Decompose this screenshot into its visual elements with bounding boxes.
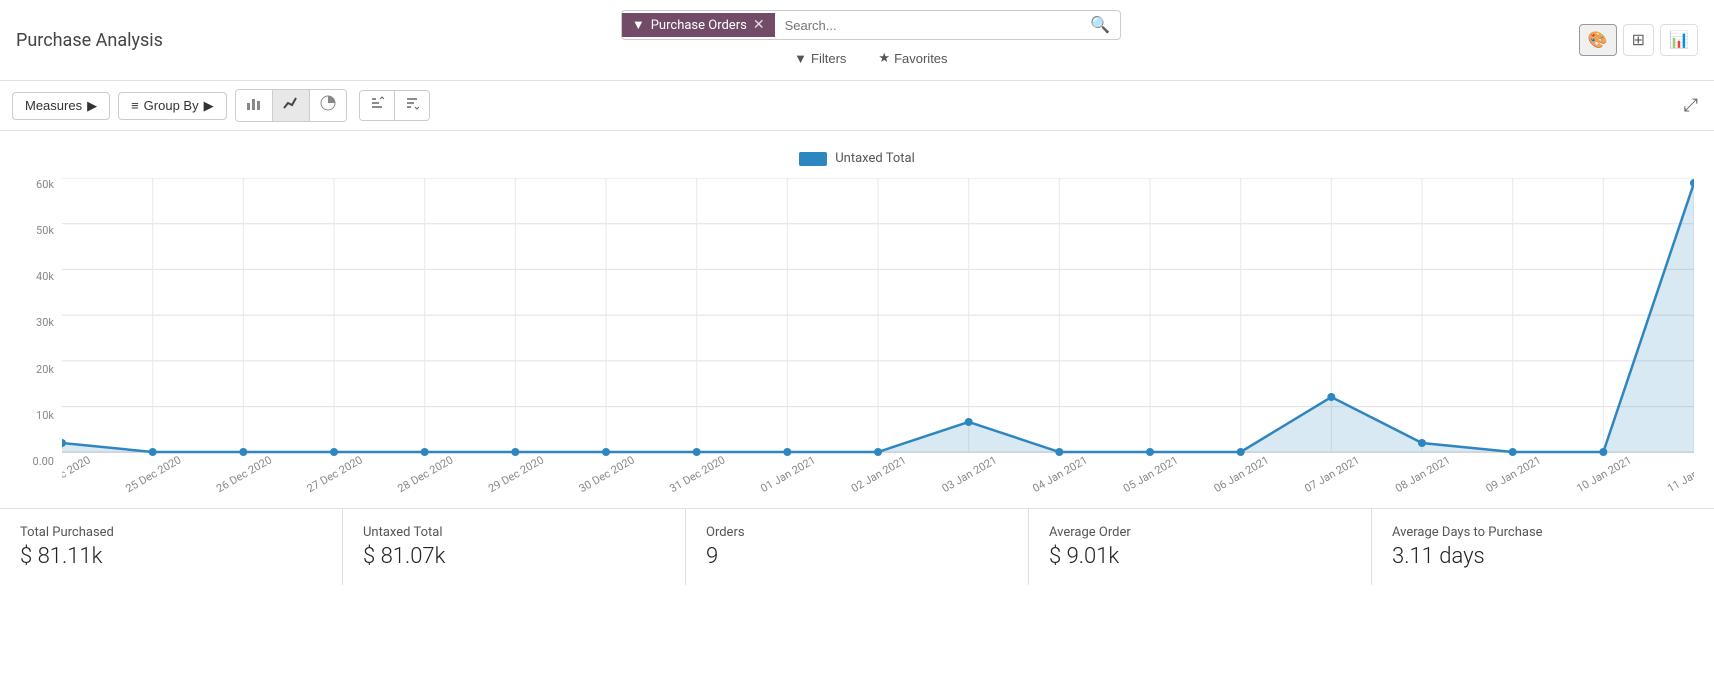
svg-text:08 Jan 2021: 08 Jan 2021 — [1393, 454, 1452, 496]
sort-asc-icon — [370, 96, 384, 110]
search-button[interactable]: 🔍 — [1080, 11, 1120, 39]
sort-group — [359, 90, 430, 121]
svg-text:28 Dec 2020: 28 Dec 2020 — [395, 453, 455, 495]
pie-chart-button[interactable] — [310, 90, 346, 121]
svg-text:30 Dec 2020: 30 Dec 2020 — [577, 453, 637, 495]
svg-text:25 Dec 2020: 25 Dec 2020 — [123, 453, 183, 495]
filters-button[interactable]: ▼ Filters — [786, 47, 854, 70]
groupby-arrow-icon: ▶ — [204, 98, 214, 114]
chart-view-button[interactable]: 📊 — [1660, 24, 1698, 56]
stat-orders: Orders 9 — [686, 509, 1029, 585]
favorites-label: Favorites — [894, 51, 947, 66]
stat-avg-order: Average Order $ 9.01k — [1029, 509, 1372, 585]
expand-button[interactable]: ⤢ — [1680, 91, 1702, 120]
y-label-60k: 60k — [20, 178, 54, 191]
svg-text:27 Dec 2020: 27 Dec 2020 — [305, 453, 365, 495]
groupby-button[interactable]: ≡ Group By ▶ — [118, 92, 227, 120]
svg-text:03 Jan 2021: 03 Jan 2021 — [940, 454, 999, 496]
legend-label: Untaxed Total — [835, 151, 914, 166]
svg-text:02 Jan 2021: 02 Jan 2021 — [849, 454, 908, 496]
svg-text:10 Jan 2021: 10 Jan 2021 — [1574, 454, 1633, 496]
stat-orders-value: 9 — [706, 544, 1008, 569]
stat-avg-days-label: Average Days to Purchase — [1392, 525, 1694, 540]
stat-total-purchased-label: Total Purchased — [20, 525, 322, 540]
stat-untaxed-total-value: $ 81.07k — [363, 544, 665, 569]
groupby-label: Group By — [144, 98, 199, 113]
pie-chart-icon — [320, 95, 336, 111]
favorites-button[interactable]: ★ Favorites — [870, 46, 955, 70]
chart-type-group — [235, 89, 347, 122]
stat-total-purchased: Total Purchased $ 81.11k — [0, 509, 343, 585]
favorites-icon: ★ — [878, 50, 890, 66]
filter-tag: ▼ Purchase Orders ✕ — [622, 13, 775, 37]
y-label-10k: 10k — [20, 409, 54, 422]
list-view-button[interactable]: ⊞ — [1623, 24, 1654, 56]
stat-avg-order-value: $ 9.01k — [1049, 544, 1351, 569]
y-label-30k: 30k — [20, 316, 54, 329]
page-title: Purchase Analysis — [16, 30, 163, 51]
measures-label: Measures — [25, 98, 82, 113]
y-label-0: 0.00 — [20, 455, 54, 468]
groupby-lines-icon: ≡ — [131, 98, 139, 113]
chart-svg-area: 24 Dec 2020 25 Dec 2020 26 Dec 2020 27 D… — [62, 178, 1694, 498]
search-input[interactable] — [775, 14, 1080, 37]
chart-wrapper: 60k 50k 40k 30k 20k 10k 0.00 — [20, 178, 1694, 498]
stat-untaxed-total-label: Untaxed Total — [363, 525, 665, 540]
svg-text:06 Jan 2021: 06 Jan 2021 — [1212, 454, 1271, 496]
svg-text:05 Jan 2021: 05 Jan 2021 — [1121, 454, 1180, 496]
svg-text:29 Dec 2020: 29 Dec 2020 — [486, 453, 546, 495]
legend-color-swatch — [799, 152, 827, 166]
y-label-40k: 40k — [20, 270, 54, 283]
y-axis: 60k 50k 40k 30k 20k 10k 0.00 — [20, 178, 62, 498]
search-row: ▼ Purchase Orders ✕ 🔍 — [621, 10, 1121, 40]
bar-chart-button[interactable] — [236, 90, 273, 121]
controls-row: ▼ Filters ★ Favorites — [786, 46, 955, 70]
stat-orders-label: Orders — [706, 525, 1008, 540]
sort-desc-button[interactable] — [395, 91, 429, 120]
stats-row: Total Purchased $ 81.11k Untaxed Total $… — [0, 508, 1714, 585]
svg-text:24 Dec 2020: 24 Dec 2020 — [62, 453, 93, 495]
filters-label: Filters — [811, 51, 846, 66]
line-chart-button[interactable] — [273, 90, 310, 121]
chart-container: Untaxed Total 60k 50k 40k 30k 20k 10k 0.… — [0, 131, 1714, 498]
bar-chart-icon — [246, 95, 262, 111]
stat-total-purchased-value: $ 81.11k — [20, 544, 322, 569]
stat-avg-order-label: Average Order — [1049, 525, 1351, 540]
stat-avg-days-value: 3.11 days — [1392, 544, 1694, 569]
sort-asc-button[interactable] — [360, 91, 395, 120]
svg-text:09 Jan 2021: 09 Jan 2021 — [1484, 454, 1543, 496]
measures-arrow-icon: ▶ — [87, 98, 97, 114]
header: Purchase Analysis ▼ Purchase Orders ✕ 🔍 … — [0, 0, 1714, 81]
filter-tag-close[interactable]: ✕ — [753, 17, 765, 33]
chart-legend: Untaxed Total — [20, 151, 1694, 166]
stat-untaxed-total: Untaxed Total $ 81.07k — [343, 509, 686, 585]
header-center: ▼ Purchase Orders ✕ 🔍 ▼ Filters ★ Favori… — [203, 10, 1539, 70]
filters-icon: ▼ — [794, 51, 807, 66]
svg-text:01 Jan 2021: 01 Jan 2021 — [758, 454, 817, 496]
line-chart-icon — [283, 95, 299, 111]
y-label-20k: 20k — [20, 363, 54, 376]
measures-button[interactable]: Measures ▶ — [12, 92, 110, 120]
svg-text:26 Dec 2020: 26 Dec 2020 — [214, 453, 274, 495]
svg-text:04 Jan 2021: 04 Jan 2021 — [1030, 454, 1089, 496]
toolbar: Measures ▶ ≡ Group By ▶ ⤢ — [0, 81, 1714, 131]
svg-text:11 Jan 2021: 11 Jan 2021 — [1665, 454, 1694, 496]
filter-tag-label: Purchase Orders — [651, 18, 747, 33]
header-right: 🎨 ⊞ 📊 — [1579, 24, 1698, 56]
sort-desc-icon — [405, 96, 419, 110]
filter-icon: ▼ — [632, 17, 645, 33]
svg-text:31 Dec 2020: 31 Dec 2020 — [667, 453, 727, 495]
svg-text:07 Jan 2021: 07 Jan 2021 — [1302, 454, 1361, 496]
stat-avg-days: Average Days to Purchase 3.11 days — [1372, 509, 1714, 585]
line-chart-svg: 24 Dec 2020 25 Dec 2020 26 Dec 2020 27 D… — [62, 178, 1694, 498]
y-label-50k: 50k — [20, 224, 54, 237]
pivot-view-button[interactable]: 🎨 — [1579, 24, 1617, 56]
